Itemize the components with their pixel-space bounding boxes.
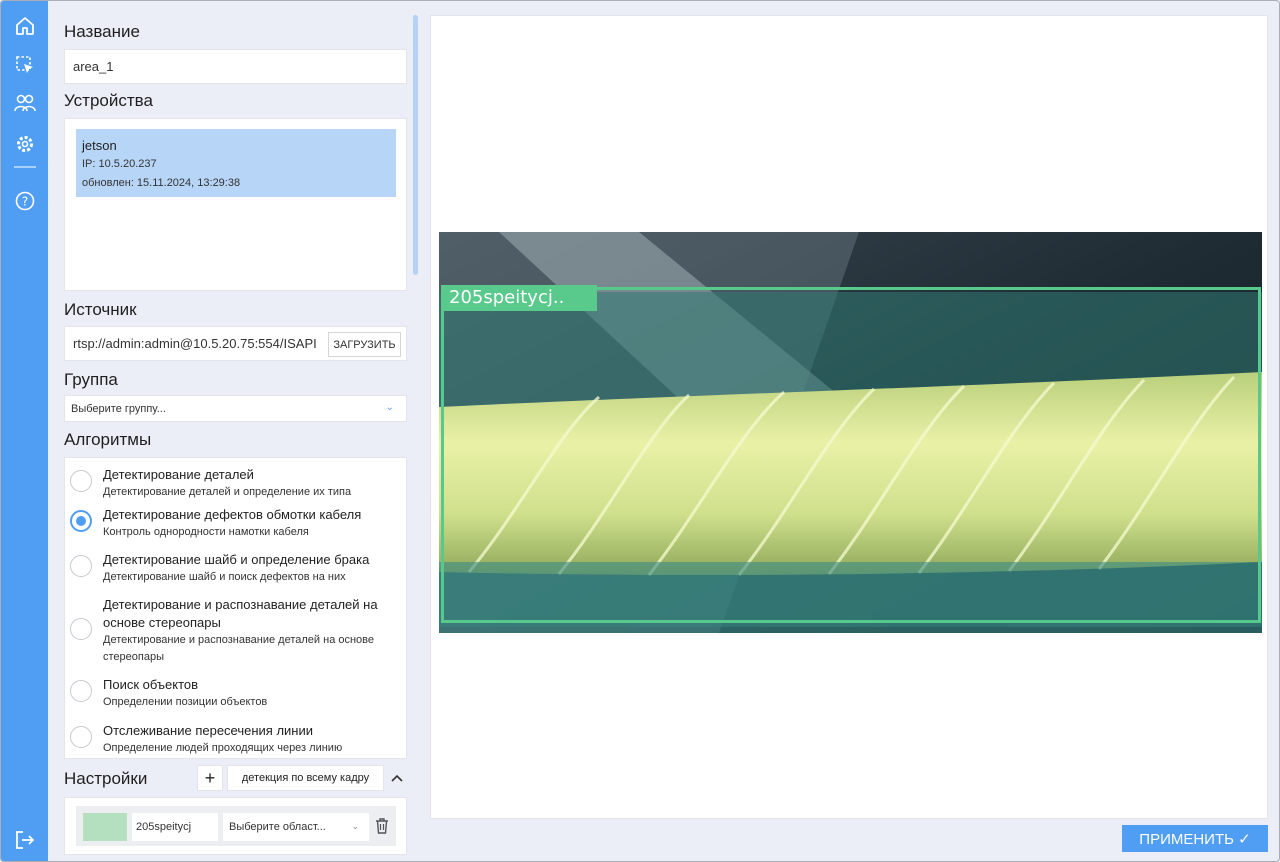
users-icon[interactable] [13,91,37,115]
algorithm-radio[interactable] [70,555,92,577]
devices-list: jetson IP: 10.5.20.237 обновлен: 15.11.2… [64,118,407,291]
settings-gear-icon[interactable] [13,132,37,156]
algorithm-radio[interactable] [70,680,92,702]
devices-section-title: Устройства [64,91,153,110]
source-section-title: Источник [64,300,137,319]
detection-mode-button[interactable]: детекция по всему кадру [227,765,384,791]
device-name: jetson [82,138,117,153]
device-ip: IP: 10.5.20.237 [82,158,157,170]
algorithm-radio-selected[interactable] [70,510,92,532]
algorithm-title: Детектирование деталей [103,467,254,482]
area-name-input[interactable]: 205speitycj [132,813,218,841]
detection-label: 205speitycj.. [441,285,597,311]
name-input[interactable]: area_1 [64,49,407,84]
algorithm-title: Отслеживание пересечения линии [103,723,313,738]
group-select-placeholder: Выберите группу... [71,403,166,415]
settings-header: Настройки + детекция по всему кадру [64,765,407,793]
algorithm-radio[interactable] [70,470,92,492]
algorithm-item[interactable]: Детектирование деталей Детектирование дет… [70,466,351,501]
logout-icon[interactable] [13,828,37,852]
load-button[interactable]: ЗАГРУЗИТЬ [328,332,401,357]
algorithm-item[interactable]: Поиск объектов Определении позиции объект… [70,676,267,711]
algorithms-list: Детектирование деталей Детектирование дет… [64,457,407,759]
detection-bounding-box[interactable] [441,287,1261,623]
setting-item: 205speitycj Выберите област... ⌄ [76,806,396,846]
algorithm-title: Поиск объектов [103,677,199,692]
source-row: rtsp://admin:admin@10.5.20.75:554/ISAPI … [64,326,407,361]
algorithm-radio[interactable] [70,618,92,640]
device-updated: обновлен: 15.11.2024, 13:29:38 [82,177,241,189]
area-select-placeholder: Выберите област... [229,821,326,833]
area-select[interactable]: Выберите област... ⌄ [223,813,369,841]
svg-text:?: ? [22,195,28,209]
algorithm-desc: Детектирование и распознавание деталей н… [103,634,375,663]
source-input[interactable]: rtsp://admin:admin@10.5.20.75:554/ISAPI [73,336,319,351]
add-setting-button[interactable]: + [197,765,223,791]
algorithms-section-title: Алгоритмы [64,430,152,449]
algorithm-item[interactable]: Детектирование и распознавание деталей н… [70,596,378,666]
algorithm-item[interactable]: Детектирование шайб и определение брака Д… [70,551,369,586]
algorithm-desc: Детектирование деталей и определение их … [103,486,352,498]
algorithm-title: Детектирование шайб и определение брака [103,552,370,567]
color-swatch[interactable] [83,813,127,841]
group-select[interactable]: Выберите группу... ⌄ [64,395,407,422]
algorithm-title: Детектирование и распознавание деталей н… [103,597,378,630]
algorithm-item[interactable]: Отслеживание пересечения линии Определени… [70,722,342,757]
device-item[interactable]: jetson IP: 10.5.20.237 обновлен: 15.11.2… [76,129,396,197]
app-window: ? Название area_1 Устройства jetson IP: … [0,0,1280,862]
group-section-title: Группа [64,370,118,389]
home-icon[interactable] [13,14,37,38]
name-section-title: Название [64,22,140,41]
chevron-up-icon[interactable] [386,765,407,791]
chevron-down-icon: ⌄ [351,821,359,831]
algorithm-title: Детектирование дефектов обмотки кабеля [103,507,362,522]
algorithm-desc: Детектирование шайб и поиск дефектов на … [103,571,346,583]
trash-icon[interactable] [374,817,390,840]
panel-scrollbar[interactable] [413,15,418,275]
selection-icon[interactable] [13,53,37,77]
chevron-down-icon: ⌄ [385,402,394,413]
algorithm-radio[interactable] [70,726,92,748]
algorithm-item[interactable]: Детектирование дефектов обмотки кабеля Ко… [70,506,361,541]
settings-section-title: Настройки [64,769,148,788]
apply-button[interactable]: ПРИМЕНИТЬ ✓ [1122,825,1268,852]
nav-separator [14,166,36,168]
nav-rail: ? [1,1,48,861]
algorithm-desc: Определение людей проходящих через линию [103,742,343,754]
help-icon[interactable]: ? [13,189,37,213]
algorithm-desc: Контроль однородности намотки кабеля [103,526,309,538]
algorithm-desc: Определении позиции объектов [103,696,268,708]
setting-row: 205speitycj Выберите област... ⌄ [64,797,407,855]
